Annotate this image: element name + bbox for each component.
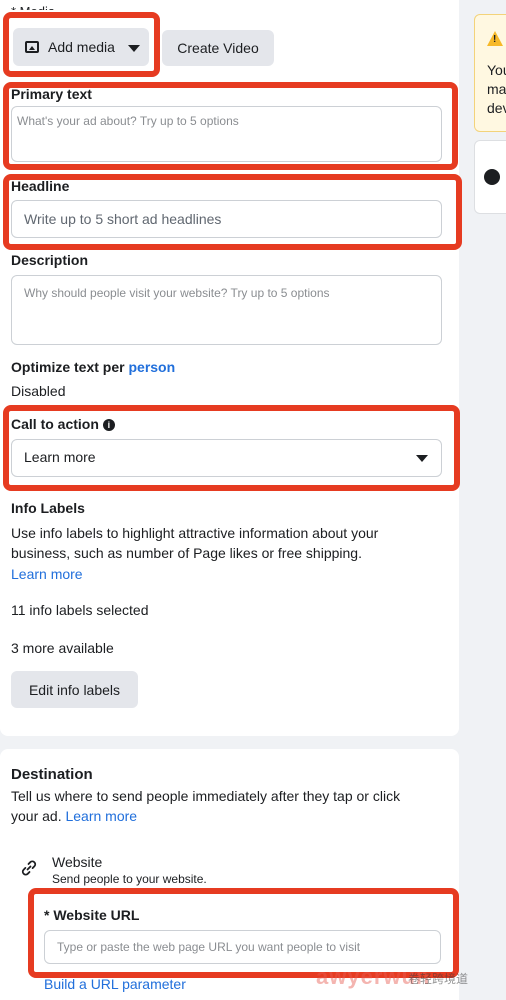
website-option-title[interactable]: Website [52, 852, 102, 872]
headline-label: Headline [11, 178, 70, 194]
edit-info-labels-label: Edit info labels [28, 681, 121, 698]
info-labels-learn-more-link[interactable]: Learn more [11, 564, 83, 584]
destination-title: Destination [11, 766, 93, 783]
build-url-parameter-link[interactable]: Build a URL parameter [44, 974, 186, 994]
website-url-placeholder: Type or paste the web page URL you want … [57, 940, 361, 954]
chevron-down-icon [127, 44, 140, 52]
headline-input[interactable]: Write up to 5 short ad headlines [11, 200, 442, 238]
radio-icon[interactable] [484, 169, 500, 185]
destination-description-1: Tell us where to send people immediately… [11, 788, 401, 804]
warning-icon [487, 31, 503, 46]
destination-description-2-text: your ad. [11, 808, 62, 824]
add-media-label: Add media [48, 39, 115, 55]
create-video-button[interactable]: Create Video [162, 30, 274, 66]
preview-card [474, 140, 506, 214]
primary-text-placeholder: What's your ad about? Try up to 5 option… [17, 114, 239, 128]
info-icon[interactable]: i [102, 419, 115, 431]
warning-text: You ma dev [487, 62, 506, 116]
primary-text-label: Primary text [11, 86, 92, 102]
description-input[interactable]: Why should people visit your website? Tr… [11, 275, 442, 345]
website-url-label: * Website URL [44, 907, 140, 923]
optimize-text-label: Optimize text per person [11, 359, 175, 375]
warning-banner: You ma dev [474, 14, 506, 132]
primary-text-input[interactable]: What's your ad about? Try up to 5 option… [11, 106, 442, 162]
info-labels-description-1: Use info labels to highlight attractive … [11, 525, 379, 541]
call-to-action-select[interactable]: Learn more [11, 439, 442, 477]
optimize-text-label-text: Optimize text per [11, 359, 125, 375]
website-url-input[interactable]: Type or paste the web page URL you want … [44, 930, 441, 964]
media-section-label: * Media [11, 4, 55, 10]
call-to-action-value: Learn more [24, 449, 96, 465]
image-icon [25, 41, 39, 53]
add-media-button[interactable]: Add media [13, 28, 149, 66]
optimize-person-link[interactable]: person [128, 359, 175, 375]
website-option-subtitle: Send people to your website. [52, 872, 207, 886]
destination-description-2: your ad. Learn more [11, 806, 137, 826]
description-label: Description [11, 252, 89, 268]
headline-placeholder: Write up to 5 short ad headlines [24, 211, 222, 227]
info-labels-title: Info Labels [11, 500, 85, 516]
optimize-status: Disabled [11, 383, 66, 399]
info-labels-selected-count: 11 info labels selected [11, 602, 149, 618]
description-placeholder: Why should people visit your website? Tr… [24, 286, 330, 300]
info-labels-description-2: business, such as number of Page likes o… [11, 545, 362, 561]
chevron-down-icon [416, 455, 428, 462]
edit-info-labels-button[interactable]: Edit info labels [11, 671, 138, 708]
call-to-action-label: Call to action i [11, 416, 115, 432]
watermark-text: 卷轻跨境道 [408, 972, 469, 986]
create-video-label: Create Video [177, 40, 259, 56]
destination-learn-more-link[interactable]: Learn more [65, 808, 137, 824]
link-icon [20, 859, 38, 877]
info-labels-available-count: 3 more available [11, 640, 114, 656]
call-to-action-label-text: Call to action [11, 416, 99, 432]
